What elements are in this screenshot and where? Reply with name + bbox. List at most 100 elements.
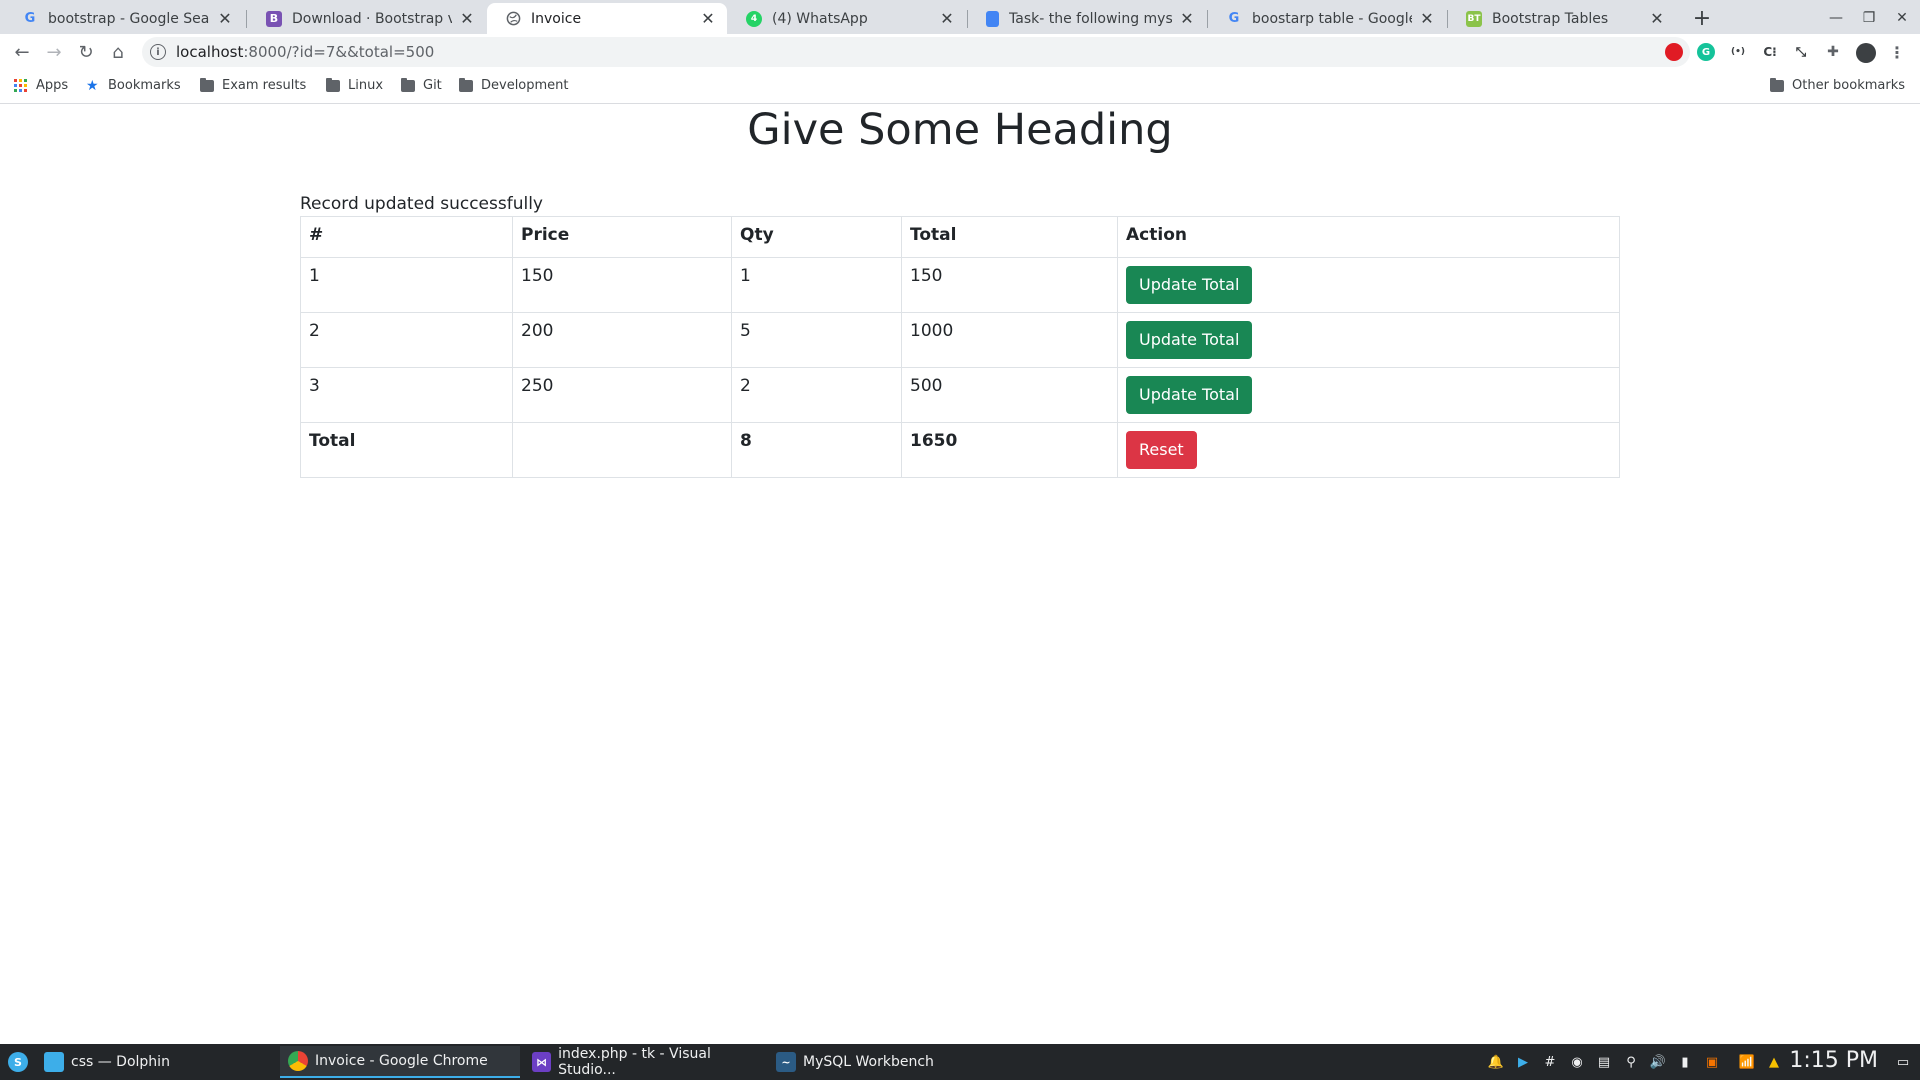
- bootstrap-tables-icon: BT: [1466, 10, 1482, 27]
- extension-signal-icon[interactable]: (•): [1729, 43, 1747, 61]
- app-launcher-button[interactable]: S: [2, 1046, 35, 1078]
- tab-mysql-task[interactable]: Task- the following mysql t ✕: [968, 3, 1206, 34]
- tab-title: (4) WhatsApp: [772, 10, 868, 27]
- cell-total-label: Total: [300, 422, 513, 478]
- tab-title: boostarp table - Google Se: [1252, 10, 1412, 27]
- profile-avatar[interactable]: [1856, 43, 1876, 63]
- close-icon[interactable]: ✕: [1178, 9, 1196, 28]
- notification-bell-icon[interactable]: 🔔: [1487, 1053, 1505, 1071]
- invoice-table: # Price Qty Total Action 1 150 1 150 Upd…: [300, 216, 1620, 478]
- folder-icon: [200, 77, 214, 92]
- forward-arrow-icon[interactable]: →: [40, 38, 68, 66]
- cell-price: 250: [512, 367, 732, 423]
- extension-code-icon[interactable]: C⁝: [1761, 43, 1779, 61]
- reload-icon[interactable]: ↻: [72, 38, 100, 66]
- extensions-puzzle-icon[interactable]: ✚: [1824, 43, 1842, 61]
- cell-grand-total: 1650: [901, 422, 1118, 478]
- bookmark-linux[interactable]: Linux: [326, 77, 384, 93]
- chrome-icon: [288, 1051, 308, 1071]
- restore-icon[interactable]: ❐: [1853, 4, 1885, 32]
- taskbar-item-dolphin[interactable]: css — Dolphin: [36, 1046, 276, 1078]
- system-clock[interactable]: 1:15 PM: [1789, 1048, 1878, 1073]
- tab-bootstrap-search[interactable]: G bootstrap - Google Search ✕: [4, 3, 244, 34]
- close-icon[interactable]: ✕: [938, 9, 956, 28]
- taskbar: S css — Dolphin Invoice - Google Chrome …: [0, 1044, 1920, 1080]
- cell-price: 150: [512, 257, 732, 313]
- bookmark-bookmarks[interactable]: ★ Bookmarks: [86, 78, 181, 93]
- tab-strip: G bootstrap - Google Search ✕ B Download…: [0, 0, 1920, 34]
- cell-total: 1000: [901, 312, 1118, 368]
- new-tab-button[interactable]: +: [1688, 4, 1716, 32]
- steam-icon[interactable]: ◉: [1568, 1053, 1586, 1071]
- media-play-icon[interactable]: ▶: [1514, 1053, 1532, 1071]
- bookmark-other[interactable]: Other bookmarks: [1770, 77, 1906, 93]
- battery-icon[interactable]: ▮: [1676, 1053, 1694, 1071]
- taskbar-item-label: Invoice - Google Chrome: [315, 1053, 488, 1069]
- tab-whatsapp[interactable]: 4 (4) WhatsApp ✕: [728, 3, 966, 34]
- tab-bootstrap-download[interactable]: B Download · Bootstrap v5.0 ✕: [248, 3, 486, 34]
- globe-icon: [505, 11, 521, 27]
- page-content: Give Some Heading Record updated success…: [0, 105, 1920, 1043]
- show-desktop-icon[interactable]: ▭: [1894, 1053, 1912, 1071]
- clipboard-icon[interactable]: ▤: [1595, 1053, 1613, 1071]
- updates-icon[interactable]: ▣: [1703, 1053, 1721, 1071]
- reset-button[interactable]: Reset: [1126, 431, 1197, 469]
- bookmark-apps[interactable]: Apps: [14, 78, 68, 93]
- grammarly-icon[interactable]: G: [1697, 43, 1715, 61]
- volume-icon[interactable]: 🔊: [1649, 1053, 1667, 1071]
- bookmarks-bar: Apps ★ Bookmarks Exam results Linux Git …: [0, 70, 1920, 104]
- minimize-icon[interactable]: —: [1820, 4, 1852, 32]
- bookmark-development[interactable]: Development: [459, 77, 569, 93]
- close-icon[interactable]: ✕: [1418, 9, 1436, 28]
- taskbar-item-vscode[interactable]: ⋈ index.php - tk - Visual Studio...: [524, 1046, 764, 1078]
- update-total-button[interactable]: Update Total: [1126, 321, 1253, 359]
- whatsapp-icon: 4: [746, 10, 762, 27]
- launcher-icon: S: [8, 1052, 28, 1072]
- slack-icon[interactable]: #: [1541, 1053, 1559, 1071]
- bookmark-git[interactable]: Git: [401, 77, 442, 93]
- expand-tray-icon[interactable]: ▲: [1765, 1053, 1783, 1071]
- url-host: localhost: [176, 43, 244, 61]
- folder-icon: [44, 1052, 64, 1072]
- bootstrap-icon: B: [266, 10, 282, 27]
- close-window-icon[interactable]: ✕: [1886, 4, 1918, 32]
- tab-title: Task- the following mysql t: [1009, 10, 1172, 27]
- url-text: localhost:8000/?id=7&&total=500: [176, 43, 434, 61]
- bookmark-label: Bookmarks: [108, 78, 181, 93]
- google-icon: G: [1228, 11, 1240, 26]
- tab-title: Download · Bootstrap v5.0: [292, 10, 452, 27]
- close-icon[interactable]: ✕: [458, 9, 476, 28]
- column-header-total: Total: [901, 216, 1118, 258]
- column-header-id: #: [300, 216, 513, 258]
- bookmark-exam-results[interactable]: Exam results: [200, 77, 306, 93]
- update-total-button[interactable]: Update Total: [1126, 266, 1253, 304]
- tab-bootstrap-tables[interactable]: BT Bootstrap Tables ✕: [1448, 3, 1676, 34]
- taskbar-item-chrome[interactable]: Invoice - Google Chrome: [280, 1046, 520, 1078]
- column-header-price: Price: [512, 216, 732, 258]
- close-icon[interactable]: ✕: [1648, 9, 1666, 28]
- menu-kebab-icon[interactable]: ⋮: [1888, 43, 1906, 62]
- address-bar[interactable]: i localhost:8000/?id=7&&total=500 ☆: [142, 37, 1690, 67]
- tab-invoice[interactable]: Invoice ✕: [487, 3, 727, 34]
- update-total-button[interactable]: Update Total: [1126, 376, 1253, 414]
- extension-stop-icon[interactable]: [1665, 43, 1683, 61]
- tab-boostarp-search[interactable]: G boostarp table - Google Se ✕: [1208, 3, 1446, 34]
- bookmark-label: Git: [423, 78, 442, 93]
- cell-qty: 5: [731, 312, 902, 368]
- bookmark-label: Linux: [348, 78, 384, 93]
- location-pin-icon[interactable]: ⚲: [1622, 1053, 1640, 1071]
- wifi-icon[interactable]: 📶: [1738, 1053, 1756, 1071]
- taskbar-item-label: index.php - tk - Visual Studio...: [558, 1046, 711, 1078]
- extension-arrows-icon[interactable]: ⤡: [1792, 43, 1810, 61]
- back-arrow-icon[interactable]: ←: [8, 38, 36, 66]
- home-icon[interactable]: ⌂: [104, 38, 132, 66]
- taskbar-item-label: css — Dolphin: [71, 1054, 170, 1070]
- close-icon[interactable]: ✕: [699, 9, 717, 28]
- taskbar-item-mysql-workbench[interactable]: ~ MySQL Workbench: [768, 1046, 1008, 1078]
- info-icon[interactable]: i: [150, 44, 166, 60]
- bookmark-label: Development: [481, 78, 569, 93]
- google-icon: G: [24, 11, 36, 26]
- bookmark-label: Other bookmarks: [1792, 78, 1906, 93]
- close-icon[interactable]: ✕: [216, 9, 234, 28]
- cell-qty: 2: [731, 367, 902, 423]
